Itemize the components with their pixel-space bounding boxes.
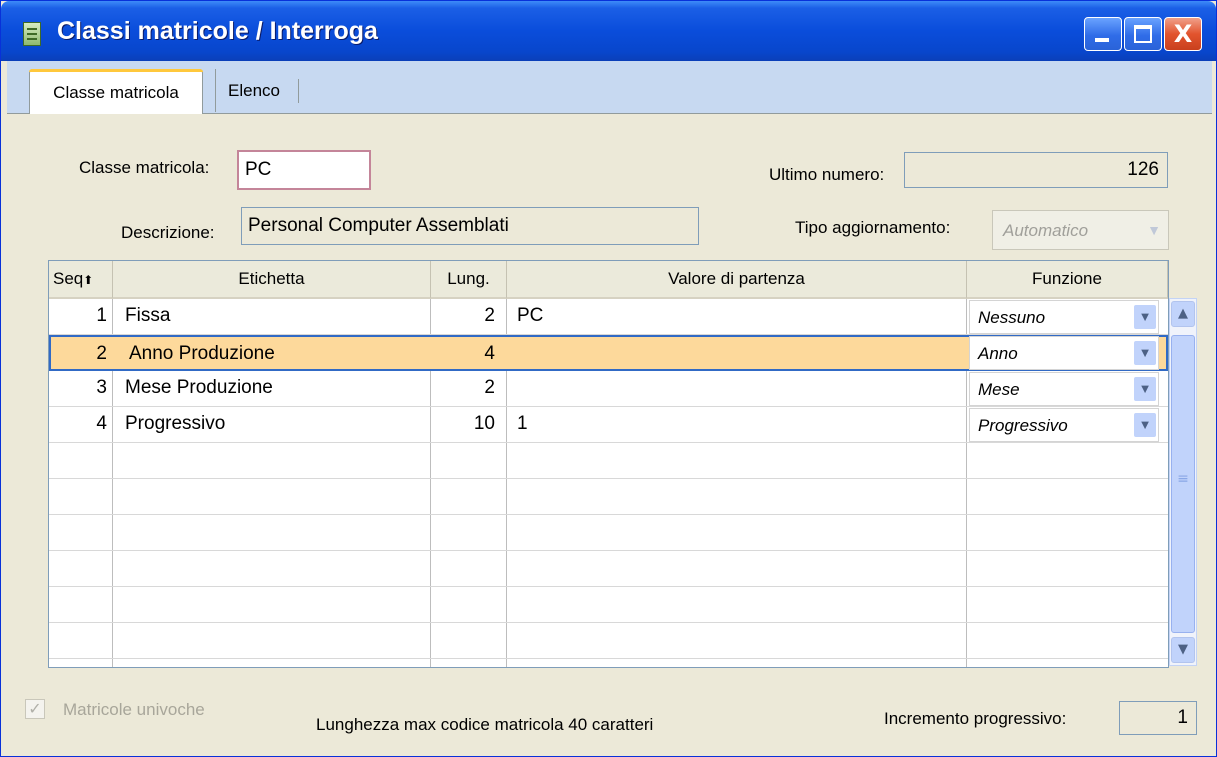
tab-elenco[interactable]: Elenco — [215, 69, 305, 112]
tab-strip: Classe matricola Elenco — [7, 61, 1212, 114]
chevron-down-icon: ▼ — [1134, 305, 1156, 329]
scroll-up-button[interactable]: ▲ — [1171, 301, 1195, 327]
descrizione-label: Descrizione: — [121, 223, 215, 242]
cell-etichetta[interactable]: Progressivo — [125, 407, 425, 443]
table-row[interactable]: 3 Mese Produzione 2 Mese ▼ — [49, 371, 1168, 407]
maximize-button[interactable] — [1124, 17, 1162, 51]
cell-etichetta[interactable]: Fissa — [125, 299, 425, 335]
empty-row — [49, 515, 1168, 551]
cell-etichetta[interactable]: Anno Produzione — [129, 337, 429, 373]
funzione-select[interactable]: Progressivo ▼ — [969, 408, 1159, 442]
header-lung[interactable]: Lung. — [431, 261, 507, 299]
header-seq[interactable]: Seq⬆ — [49, 261, 113, 299]
ultimo-numero-label: Ultimo numero: — [769, 165, 885, 184]
tipo-aggiornamento-select[interactable]: Automatico ▼ — [992, 210, 1169, 250]
cell-etichetta[interactable]: Mese Produzione — [125, 371, 425, 407]
chevron-down-icon: ▼ — [1147, 222, 1161, 238]
cell-lung[interactable]: 2 — [431, 299, 495, 335]
tipo-aggiornamento-value: Automatico — [1003, 221, 1089, 240]
table-row[interactable]: 4 Progressivo 10 1 Progressivo ▼ — [49, 407, 1168, 443]
header-funzione[interactable]: Funzione — [967, 261, 1168, 299]
cell-lung[interactable]: 10 — [431, 407, 495, 443]
cell-valore[interactable]: 1 — [517, 407, 957, 443]
fields-grid: Seq⬆ Etichetta Lung. Valore di partenza … — [48, 260, 1169, 668]
vertical-scrollbar[interactable]: ▲ ▼ — [1169, 298, 1197, 666]
main-window: Classi matricole / Interroga X Classe ma… — [0, 0, 1217, 757]
title-bar[interactable]: Classi matricole / Interroga X — [1, 1, 1216, 61]
ultimo-numero-field: 126 — [904, 152, 1168, 188]
classe-matricola-field[interactable]: PC — [237, 150, 371, 190]
empty-row — [49, 587, 1168, 623]
matricole-univoche-label: Matricole univoche — [63, 700, 205, 719]
cell-seq: 1 — [96, 305, 107, 326]
matricole-univoche-checkbox[interactable]: ✓ — [25, 699, 45, 719]
window-title: Classi matricole / Interroga — [57, 17, 378, 45]
funzione-select[interactable]: Anno ▼ — [969, 336, 1159, 370]
classe-matricola-label: Classe matricola: — [79, 158, 210, 177]
app-icon — [23, 22, 41, 46]
header-valore[interactable]: Valore di partenza — [507, 261, 967, 299]
empty-row — [49, 551, 1168, 587]
funzione-value: Progressivo — [978, 416, 1068, 435]
sort-asc-icon: ⬆ — [83, 273, 94, 287]
header-seq-label: Seq — [53, 269, 84, 288]
funzione-select[interactable]: Mese ▼ — [969, 372, 1159, 406]
close-icon: X — [1173, 20, 1193, 48]
cell-valore[interactable]: PC — [517, 299, 957, 335]
funzione-value: Mese — [978, 380, 1020, 399]
funzione-select[interactable]: Nessuno ▼ — [969, 300, 1159, 334]
table-row[interactable]: 1 Fissa 2 PC Nessuno ▼ — [49, 299, 1168, 335]
cell-lung[interactable]: 2 — [431, 371, 495, 407]
close-button[interactable]: X — [1164, 17, 1202, 51]
tab-classe-matricola[interactable]: Classe matricola — [29, 69, 203, 114]
table-row[interactable]: 2 Anno Produzione 4 Anno ▼ — [49, 335, 1168, 371]
chevron-down-icon: ▼ — [1134, 413, 1156, 437]
maximize-icon — [1134, 25, 1152, 43]
descrizione-field: Personal Computer Assemblati — [241, 207, 699, 245]
cell-seq: 3 — [96, 377, 107, 398]
funzione-value: Anno — [978, 344, 1018, 363]
scroll-thumb[interactable] — [1171, 335, 1195, 633]
header-etichetta[interactable]: Etichetta — [113, 261, 431, 299]
lunghezza-max-text: Lunghezza max codice matricola 40 caratt… — [316, 715, 654, 734]
funzione-value: Nessuno — [978, 308, 1046, 327]
cell-seq: 4 — [96, 413, 107, 434]
tipo-aggiornamento-label: Tipo aggiornamento: — [795, 218, 951, 237]
chevron-down-icon: ▼ — [1134, 377, 1156, 401]
empty-row — [49, 479, 1168, 515]
minimize-button[interactable] — [1084, 17, 1122, 51]
incremento-label: Incremento progressivo: — [884, 709, 1067, 728]
incremento-field: 1 — [1119, 701, 1197, 735]
cell-seq: 2 — [96, 343, 107, 364]
cell-lung[interactable]: 4 — [431, 337, 495, 373]
minimize-icon — [1095, 38, 1109, 42]
cell-valore[interactable] — [517, 337, 957, 373]
empty-row — [49, 623, 1168, 659]
cell-valore[interactable] — [517, 371, 957, 407]
chevron-down-icon: ▼ — [1134, 341, 1156, 365]
empty-row — [49, 443, 1168, 479]
scroll-down-button[interactable]: ▼ — [1171, 637, 1195, 663]
